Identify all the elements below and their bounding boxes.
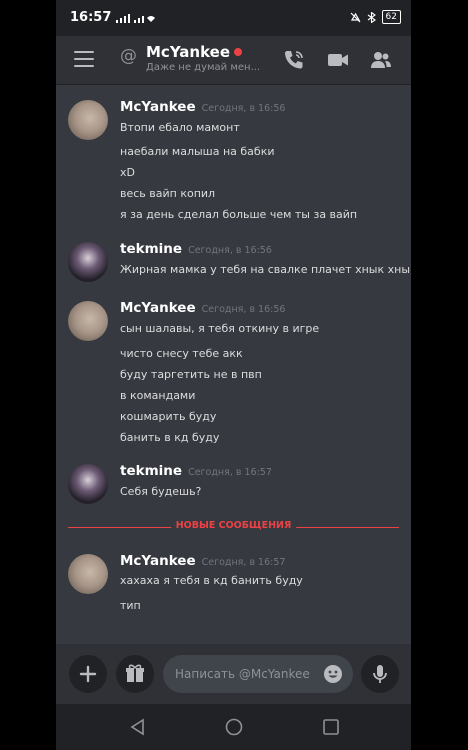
clock: 16:57 <box>70 10 112 25</box>
members-icon[interactable] <box>369 48 393 72</box>
avatar[interactable] <box>68 464 108 504</box>
dm-username[interactable]: McYankee <box>146 43 243 61</box>
message-timestamp: Сегодня, в 16:56 <box>188 245 272 256</box>
avatar[interactable] <box>68 301 108 341</box>
author-name: McYankee <box>120 300 196 316</box>
message-text[interactable]: Себя будешь? <box>120 485 201 498</box>
avatar[interactable] <box>68 242 108 282</box>
message-timestamp: Сегодня, в 16:56 <box>201 304 286 315</box>
message-input-container <box>163 655 353 693</box>
message-text[interactable]: чисто снесу тебе акк <box>120 347 243 360</box>
message-author[interactable]: tekmine Сегодня, в 16:56 <box>120 241 272 257</box>
message-author[interactable]: tekmine Сегодня, в 16:57 <box>120 463 272 479</box>
message-composer <box>56 644 411 704</box>
plus-icon <box>79 665 97 683</box>
message-text[interactable]: наебали малыша на бабки <box>120 145 275 158</box>
message-author[interactable]: McYankee Сегодня, в 16:56 <box>120 99 285 115</box>
phone-call-icon[interactable] <box>282 48 306 72</box>
back-icon[interactable] <box>128 717 148 737</box>
message-author[interactable]: McYankee Сегодня, в 16:57 <box>120 553 285 569</box>
message-text[interactable]: тип <box>120 599 141 612</box>
recents-icon[interactable] <box>321 717 341 737</box>
new-messages-label: НОВЫЕ СООБЩЕНИЯ <box>170 520 297 531</box>
home-icon[interactable] <box>224 717 244 737</box>
author-name: tekmine <box>120 463 183 479</box>
author-name: McYankee <box>120 553 196 569</box>
gift-button[interactable] <box>116 655 154 693</box>
phone-screen: 16:57 62 @ McYankee Даже не думай мен... <box>56 0 411 750</box>
message-text[interactable]: кошмарить буду <box>120 410 216 423</box>
signal-icon <box>116 14 155 23</box>
message-timestamp: Сегодня, в 16:57 <box>188 467 272 478</box>
microphone-icon <box>373 665 387 683</box>
message-text[interactable]: банить в кд буду <box>120 431 219 444</box>
message-text[interactable]: Втопи ебало мамонт <box>120 121 240 134</box>
message-list[interactable]: McYankee Сегодня, в 16:56 Втопи ебало мам… <box>56 84 411 644</box>
status-bar: 16:57 62 <box>56 0 411 36</box>
message-text[interactable]: сын шалавы, я тебя откину в игре <box>120 322 319 335</box>
custom-status: Даже не думай мен... <box>146 62 261 73</box>
message-text[interactable]: весь вайп копил <box>120 187 215 200</box>
message-text[interactable]: я за день сделал больше чем ты за вайп <box>120 208 357 221</box>
dm-username-label: McYankee <box>146 43 231 61</box>
message-text[interactable]: хахаха я тебя в кд банить буду <box>120 574 303 587</box>
message-text[interactable]: Жирная мамка у тебя на свалке плачет хны… <box>120 263 411 276</box>
message-timestamp: Сегодня, в 16:57 <box>201 557 286 568</box>
system-navigation-bar <box>56 704 411 750</box>
battery-indicator: 62 <box>381 10 401 24</box>
channel-header: @ McYankee Даже не думай мен... <box>56 36 411 84</box>
message-author[interactable]: McYankee Сегодня, в 16:56 <box>120 300 285 316</box>
at-icon: @ <box>120 46 137 66</box>
gift-icon <box>126 664 144 682</box>
author-name: McYankee <box>120 99 196 115</box>
message-timestamp: Сегодня, в 16:56 <box>201 103 286 114</box>
status-icons: 62 <box>350 10 401 24</box>
bluetooth-icon <box>367 11 376 23</box>
message-input[interactable] <box>175 655 311 693</box>
author-name: tekmine <box>120 241 183 257</box>
message-text[interactable]: xD <box>120 166 135 179</box>
mute-icon <box>350 12 360 22</box>
message-text[interactable]: в командами <box>120 389 195 402</box>
avatar[interactable] <box>68 100 108 140</box>
add-attachment-button[interactable] <box>69 655 107 693</box>
message-text[interactable]: буду таргетить не в пвп <box>120 368 262 381</box>
avatar[interactable] <box>68 554 108 594</box>
dnd-status-icon <box>234 48 243 56</box>
video-icon[interactable] <box>326 48 350 72</box>
menu-icon[interactable] <box>74 51 94 69</box>
emoji-icon[interactable] <box>323 664 343 684</box>
voice-message-button[interactable] <box>361 655 399 693</box>
